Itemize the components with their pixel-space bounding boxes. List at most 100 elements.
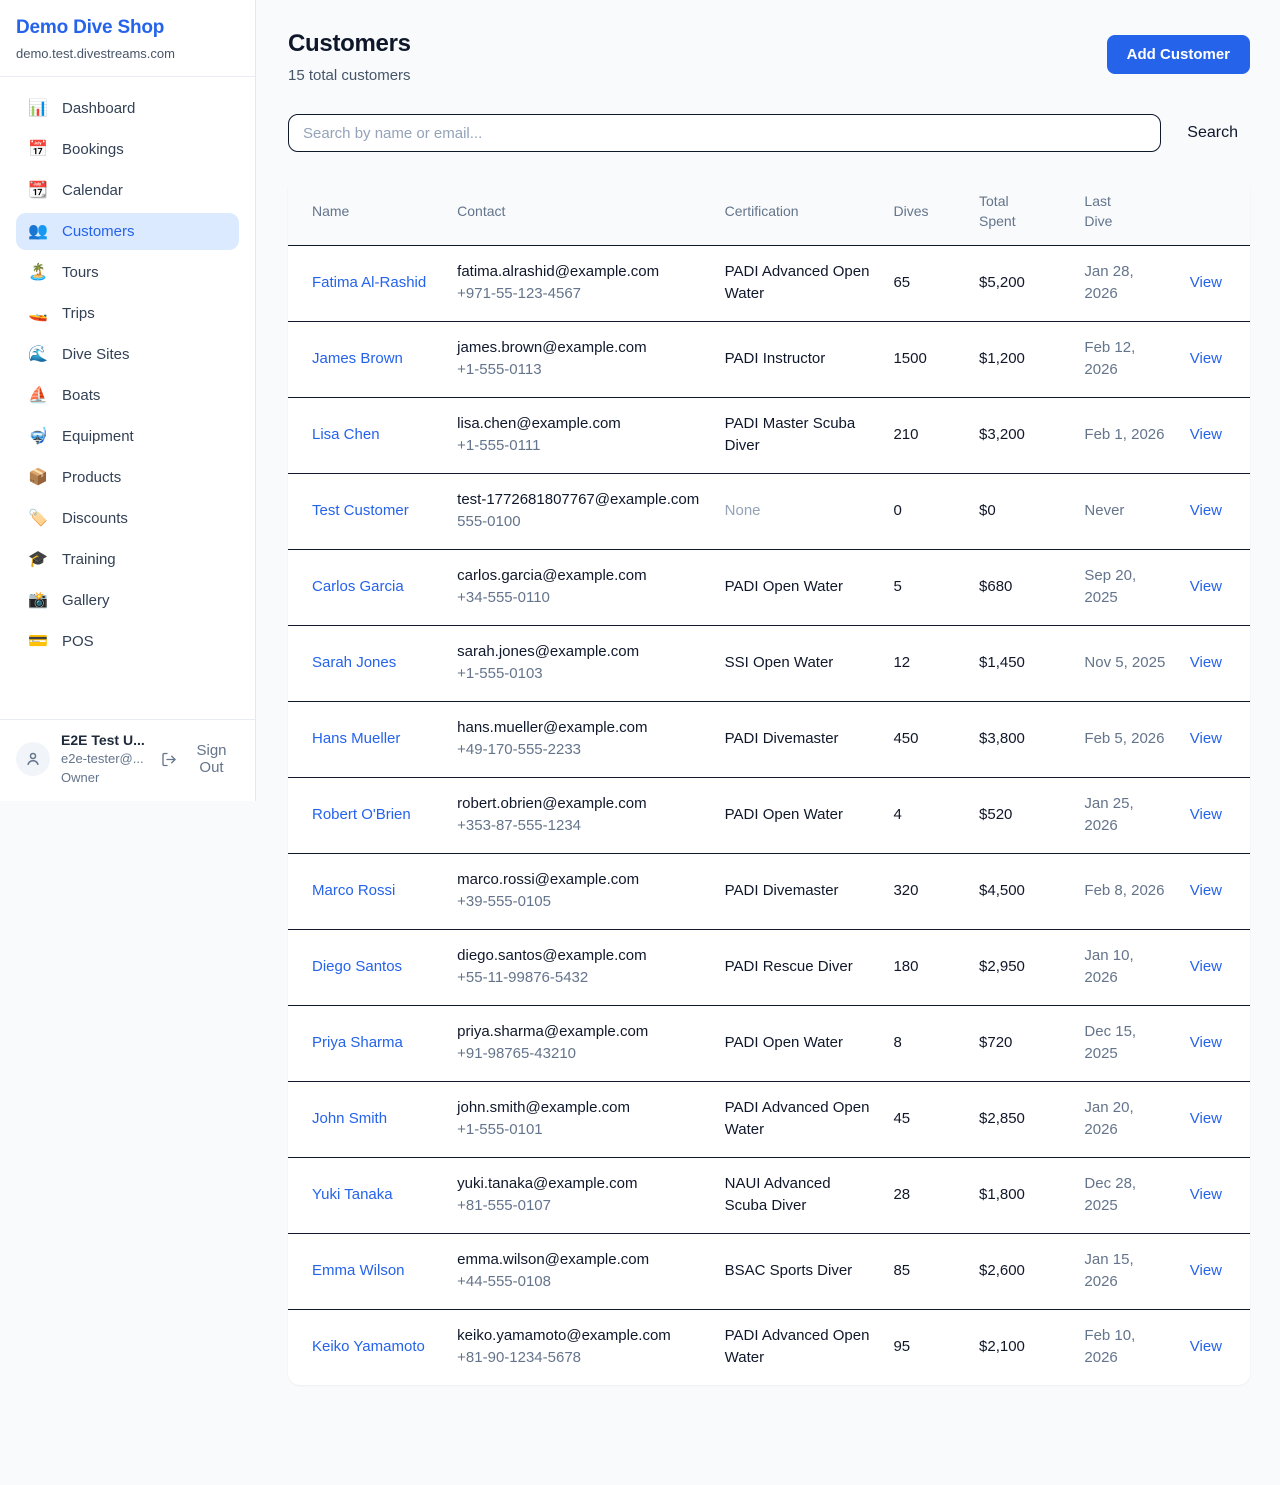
customer-phone: +34-555-0110 bbox=[457, 587, 700, 610]
customer-name-link[interactable]: Robert O'Brien bbox=[312, 806, 411, 823]
customer-name-link[interactable]: Fatima Al-Rashid bbox=[312, 274, 426, 291]
sidebar: Demo Dive Shop demo.test.divestreams.com… bbox=[0, 0, 256, 801]
customer-phone: +1-555-0111 bbox=[457, 435, 700, 458]
total-spent: $4,500 bbox=[967, 853, 1072, 929]
dives-count: 180 bbox=[881, 929, 967, 1005]
sidebar-item[interactable]: 📊 Dashboard bbox=[16, 90, 239, 127]
customer-phone: +353-87-555-1234 bbox=[457, 815, 700, 838]
certification: PADI Open Water bbox=[725, 578, 843, 595]
view-link[interactable]: View bbox=[1190, 578, 1222, 595]
sidebar-item[interactable]: ⛵ Boats bbox=[16, 377, 239, 414]
certification: PADI Advanced Open Water bbox=[725, 1327, 870, 1367]
sidebar-item-icon: 📦 bbox=[28, 470, 48, 486]
customer-name-link[interactable]: Diego Santos bbox=[312, 958, 402, 975]
last-dive: Feb 12, 2026 bbox=[1072, 321, 1177, 397]
sidebar-item[interactable]: 🤿 Equipment bbox=[16, 418, 239, 455]
customer-name-link[interactable]: Yuki Tanaka bbox=[312, 1186, 393, 1203]
view-link[interactable]: View bbox=[1190, 426, 1222, 443]
customer-name-link[interactable]: Priya Sharma bbox=[312, 1034, 403, 1051]
customer-email: robert.obrien@example.com bbox=[457, 793, 700, 816]
view-link[interactable]: View bbox=[1190, 1110, 1222, 1127]
customer-name-link[interactable]: Sarah Jones bbox=[312, 654, 396, 671]
column-contact: Contact bbox=[445, 178, 712, 245]
sidebar-item[interactable]: 📦 Products bbox=[16, 459, 239, 496]
sidebar-item-label: Tours bbox=[62, 264, 99, 281]
view-link[interactable]: View bbox=[1190, 502, 1222, 519]
sidebar-item-label: Boats bbox=[62, 387, 100, 404]
table-row: John Smith john.smith@example.com +1-555… bbox=[288, 1081, 1250, 1157]
avatar bbox=[16, 742, 50, 776]
customer-name-link[interactable]: Marco Rossi bbox=[312, 882, 395, 899]
certification: None bbox=[725, 502, 761, 519]
view-link[interactable]: View bbox=[1190, 806, 1222, 823]
sidebar-item[interactable]: 🎓 Training bbox=[16, 541, 239, 578]
customer-name-link[interactable]: Emma Wilson bbox=[312, 1262, 405, 1279]
total-spent: $3,200 bbox=[967, 397, 1072, 473]
customer-email: hans.mueller@example.com bbox=[457, 717, 700, 740]
certification: PADI Advanced Open Water bbox=[725, 1099, 870, 1139]
total-spent: $0 bbox=[967, 473, 1072, 549]
dives-count: 8 bbox=[881, 1005, 967, 1081]
view-link[interactable]: View bbox=[1190, 1338, 1222, 1355]
sidebar-item[interactable]: 🌊 Dive Sites bbox=[16, 336, 239, 373]
last-dive: Dec 15, 2025 bbox=[1072, 1005, 1177, 1081]
sidebar-item[interactable]: 📆 Calendar bbox=[16, 172, 239, 209]
view-link[interactable]: View bbox=[1190, 730, 1222, 747]
customer-email: diego.santos@example.com bbox=[457, 945, 700, 968]
customer-name-link[interactable]: Keiko Yamamoto bbox=[312, 1338, 425, 1355]
sidebar-item[interactable]: 💳 POS bbox=[16, 623, 239, 660]
sidebar-item[interactable]: 📸 Gallery bbox=[16, 582, 239, 619]
customer-name-link[interactable]: Test Customer bbox=[312, 502, 409, 519]
sidebar-item[interactable]: 🏷️ Discounts bbox=[16, 500, 239, 537]
sidebar-item[interactable]: 🚤 Trips bbox=[16, 295, 239, 332]
sidebar-item-icon: 🚤 bbox=[28, 306, 48, 322]
dives-count: 0 bbox=[881, 473, 967, 549]
sidebar-item-icon: 💳 bbox=[28, 634, 48, 650]
view-link[interactable]: View bbox=[1190, 274, 1222, 291]
user-email: e2e-tester@... bbox=[61, 750, 150, 768]
view-link[interactable]: View bbox=[1190, 350, 1222, 367]
view-link[interactable]: View bbox=[1190, 654, 1222, 671]
certification: PADI Divemaster bbox=[725, 730, 839, 747]
search-input[interactable] bbox=[288, 114, 1161, 152]
table-row: Priya Sharma priya.sharma@example.com +9… bbox=[288, 1005, 1250, 1081]
add-customer-button[interactable]: Add Customer bbox=[1107, 35, 1250, 74]
table-header: Name Contact Certification Dives Total S… bbox=[288, 178, 1250, 245]
view-link[interactable]: View bbox=[1190, 1186, 1222, 1203]
last-dive: Nov 5, 2025 bbox=[1072, 625, 1177, 701]
view-link[interactable]: View bbox=[1190, 958, 1222, 975]
customer-name-link[interactable]: John Smith bbox=[312, 1110, 387, 1127]
view-link[interactable]: View bbox=[1190, 882, 1222, 899]
sidebar-item-icon: 📆 bbox=[28, 183, 48, 199]
customer-email: marco.rossi@example.com bbox=[457, 869, 700, 892]
table-row: Yuki Tanaka yuki.tanaka@example.com +81-… bbox=[288, 1157, 1250, 1233]
dives-count: 320 bbox=[881, 853, 967, 929]
table-row: Hans Mueller hans.mueller@example.com +4… bbox=[288, 701, 1250, 777]
last-dive: Feb 1, 2026 bbox=[1072, 397, 1177, 473]
view-link[interactable]: View bbox=[1190, 1034, 1222, 1051]
sidebar-item[interactable]: 👥 Customers bbox=[16, 213, 239, 250]
customer-name-link[interactable]: Hans Mueller bbox=[312, 730, 400, 747]
customer-phone: +1-555-0103 bbox=[457, 663, 700, 686]
dives-count: 12 bbox=[881, 625, 967, 701]
total-spent: $680 bbox=[967, 549, 1072, 625]
sidebar-item[interactable]: 🏝️ Tours bbox=[16, 254, 239, 291]
total-spent: $2,600 bbox=[967, 1233, 1072, 1309]
total-spent: $2,950 bbox=[967, 929, 1072, 1005]
last-dive: Jan 15, 2026 bbox=[1072, 1233, 1177, 1309]
sign-out-button[interactable]: Sign Out bbox=[161, 742, 239, 776]
customer-name-link[interactable]: Carlos Garcia bbox=[312, 578, 404, 595]
customer-name-link[interactable]: James Brown bbox=[312, 350, 403, 367]
view-link[interactable]: View bbox=[1190, 1262, 1222, 1279]
customer-name-link[interactable]: Lisa Chen bbox=[312, 426, 380, 443]
last-dive: Never bbox=[1072, 473, 1177, 549]
table-row: Lisa Chen lisa.chen@example.com +1-555-0… bbox=[288, 397, 1250, 473]
sidebar-item[interactable]: 📅 Bookings bbox=[16, 131, 239, 168]
sidebar-item-label: Trips bbox=[62, 305, 95, 322]
search-button[interactable]: Search bbox=[1161, 124, 1250, 142]
column-last-dive: Last Dive bbox=[1072, 178, 1177, 245]
customers-table-card: Name Contact Certification Dives Total S… bbox=[288, 178, 1250, 1385]
last-dive: Feb 8, 2026 bbox=[1072, 853, 1177, 929]
total-spent: $2,850 bbox=[967, 1081, 1072, 1157]
table-row: Diego Santos diego.santos@example.com +5… bbox=[288, 929, 1250, 1005]
